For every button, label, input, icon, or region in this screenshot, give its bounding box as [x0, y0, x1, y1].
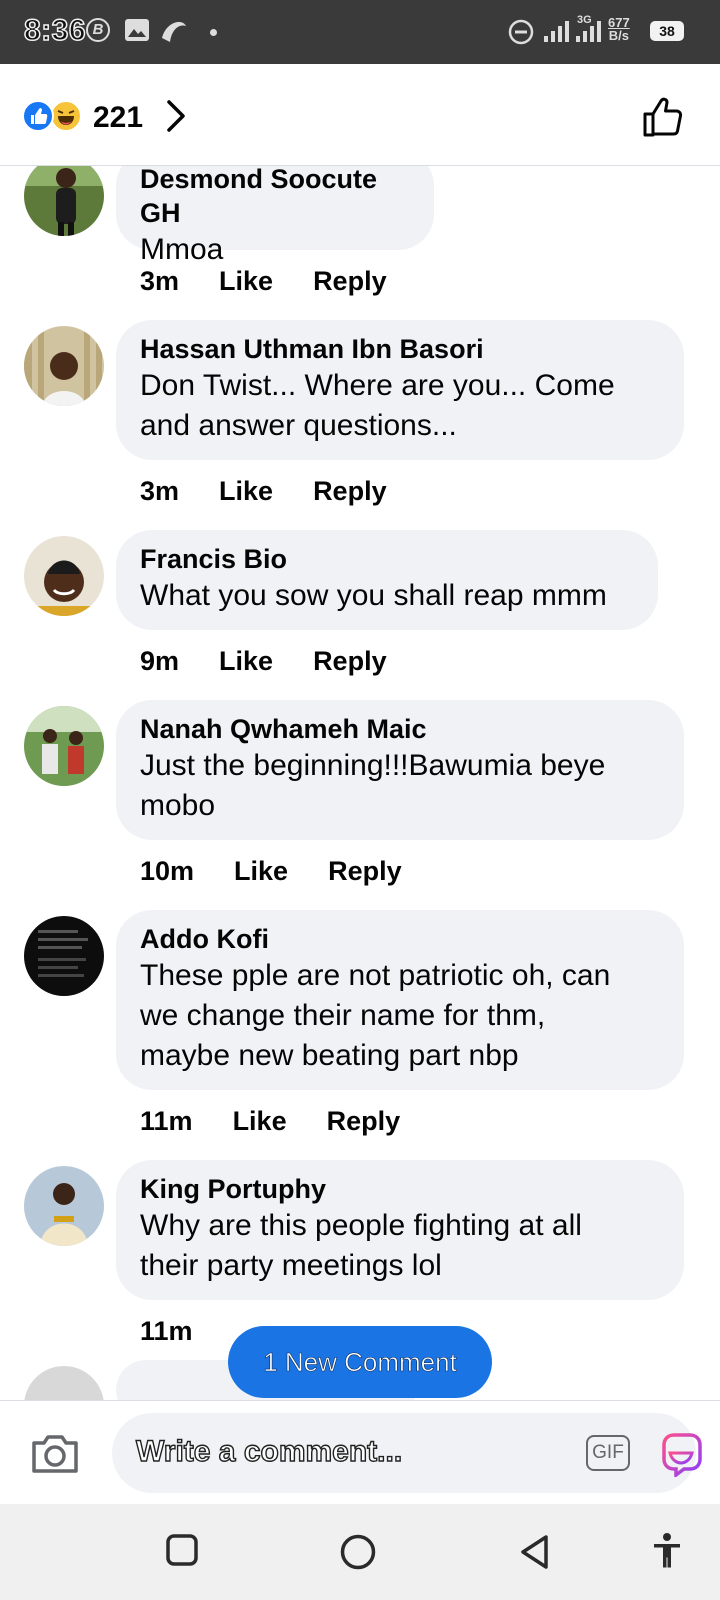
gallery-icon	[124, 18, 150, 47]
reaction-count: 221	[93, 101, 144, 134]
like-link[interactable]: Like	[234, 856, 288, 887]
comment-input-placeholder: Write a comment...	[135, 1434, 403, 1468]
more-notifications-icon	[210, 29, 217, 36]
comment-input[interactable]: Write a comment... GIF	[112, 1413, 702, 1493]
comment-time: 9m	[140, 646, 180, 676]
camera-icon[interactable]	[30, 1431, 80, 1480]
like-reaction-icon	[22, 100, 54, 132]
comment-actions: 3m Like Reply	[140, 266, 427, 297]
comment-time: 11m	[140, 1106, 193, 1136]
reply-link[interactable]: Reply	[313, 266, 387, 297]
avatar[interactable]	[24, 706, 104, 786]
like-link[interactable]: Like	[233, 1106, 287, 1137]
comment-composer: Write a comment... GIF	[0, 1400, 720, 1504]
comment-time: 3m	[140, 476, 180, 506]
haha-reaction-icon	[50, 100, 82, 132]
avatar[interactable]	[24, 1166, 104, 1246]
comment-time: 3m	[140, 266, 180, 296]
comment-text-line: mobo	[140, 789, 216, 822]
comment-text: Mmoa	[140, 233, 224, 266]
battery-indicator: 38	[650, 21, 684, 41]
status-bar: 8:36 B 3G 677 B/s 38	[0, 0, 720, 64]
reply-link[interactable]: Reply	[313, 476, 387, 507]
comment-text-line: their party meetings lol	[140, 1249, 442, 1282]
comment-bubble[interactable]: Hassan Uthman Ibn Basori Don Twist... Wh…	[116, 320, 684, 460]
comments-sheet: 221 Desmond Soocute GH Mmoa 3m Like Reply	[0, 70, 720, 1504]
gif-button[interactable]: GIF	[586, 1435, 630, 1471]
back-button[interactable]	[518, 1534, 552, 1575]
accessibility-icon[interactable]	[652, 1532, 682, 1575]
signal-3g-icon: 3G	[574, 14, 602, 49]
avatar[interactable]	[24, 326, 104, 406]
reply-link[interactable]: Reply	[327, 1106, 401, 1137]
comment-actions: 11m Like Reply	[140, 1106, 440, 1137]
comment-author[interactable]: Desmond Soocute GH	[140, 162, 410, 230]
do-not-disturb-icon	[508, 19, 534, 50]
comment-bubble[interactable]: Francis Bio What you sow you shall reap …	[116, 530, 658, 630]
app-notification-icon	[160, 18, 188, 49]
comment-text-line: Why are this people fighting at all	[140, 1209, 582, 1242]
comment-bubble[interactable]: Addo Kofi These pple are not patriotic o…	[116, 910, 684, 1090]
comment-actions: 9m Like Reply	[140, 646, 427, 677]
home-button[interactable]	[340, 1534, 376, 1575]
avatar[interactable]	[24, 156, 104, 236]
reply-link[interactable]: Reply	[328, 856, 402, 887]
comment-author[interactable]: Francis Bio	[140, 542, 634, 576]
recents-button[interactable]	[166, 1534, 198, 1571]
like-link[interactable]: Like	[219, 266, 273, 297]
reactions-bar[interactable]: 221	[0, 70, 720, 166]
net-speed: 677 B/s	[608, 15, 630, 43]
b-notification-icon: B	[86, 18, 110, 42]
like-link[interactable]: Like	[219, 476, 273, 507]
comment-text-line: Just the beginning!!!Bawumia beye	[140, 749, 606, 782]
comment-time: 11m	[140, 1316, 193, 1346]
status-time: 8:36	[23, 13, 87, 48]
comment-text-line: maybe new beating part nbp	[140, 1039, 519, 1072]
signal-icon	[542, 18, 572, 49]
comment-bubble[interactable]: King Portuphy Why are this people fighti…	[116, 1160, 684, 1300]
avatar[interactable]	[24, 916, 104, 996]
comment-author[interactable]: King Portuphy	[140, 1172, 660, 1206]
comment-author[interactable]: Addo Kofi	[140, 922, 660, 956]
comment-actions: 10m Like Reply	[140, 856, 442, 887]
comment-text-line: Don Twist... Where are you... Come	[140, 369, 615, 402]
system-nav-bar	[0, 1504, 720, 1600]
comment-text-line: These pple are not patriotic oh, can	[140, 959, 611, 992]
like-link[interactable]: Like	[219, 646, 273, 677]
comment-actions: 11m	[140, 1316, 233, 1347]
avatar[interactable]	[24, 536, 104, 616]
new-comment-button[interactable]: 1 New Comment	[228, 1326, 492, 1398]
comment-text-line: and answer questions...	[140, 409, 457, 442]
comment-time: 10m	[140, 856, 195, 886]
comment-author[interactable]: Nanah Qwhameh Maic	[140, 712, 660, 746]
comment-text: What you sow you shall reap mmm	[140, 579, 607, 612]
comment-actions: 3m Like Reply	[140, 476, 427, 507]
chevron-right-icon[interactable]	[165, 98, 187, 139]
comment-bubble[interactable]: Nanah Qwhameh Maic Just the beginning!!!…	[116, 700, 684, 840]
comment-author[interactable]: Hassan Uthman Ibn Basori	[140, 332, 660, 366]
sticker-icon[interactable]	[658, 1431, 704, 1482]
comment-text-line: we change their name for thm,	[140, 999, 546, 1032]
reply-link[interactable]: Reply	[313, 646, 387, 677]
like-thumb-button[interactable]	[642, 96, 686, 143]
